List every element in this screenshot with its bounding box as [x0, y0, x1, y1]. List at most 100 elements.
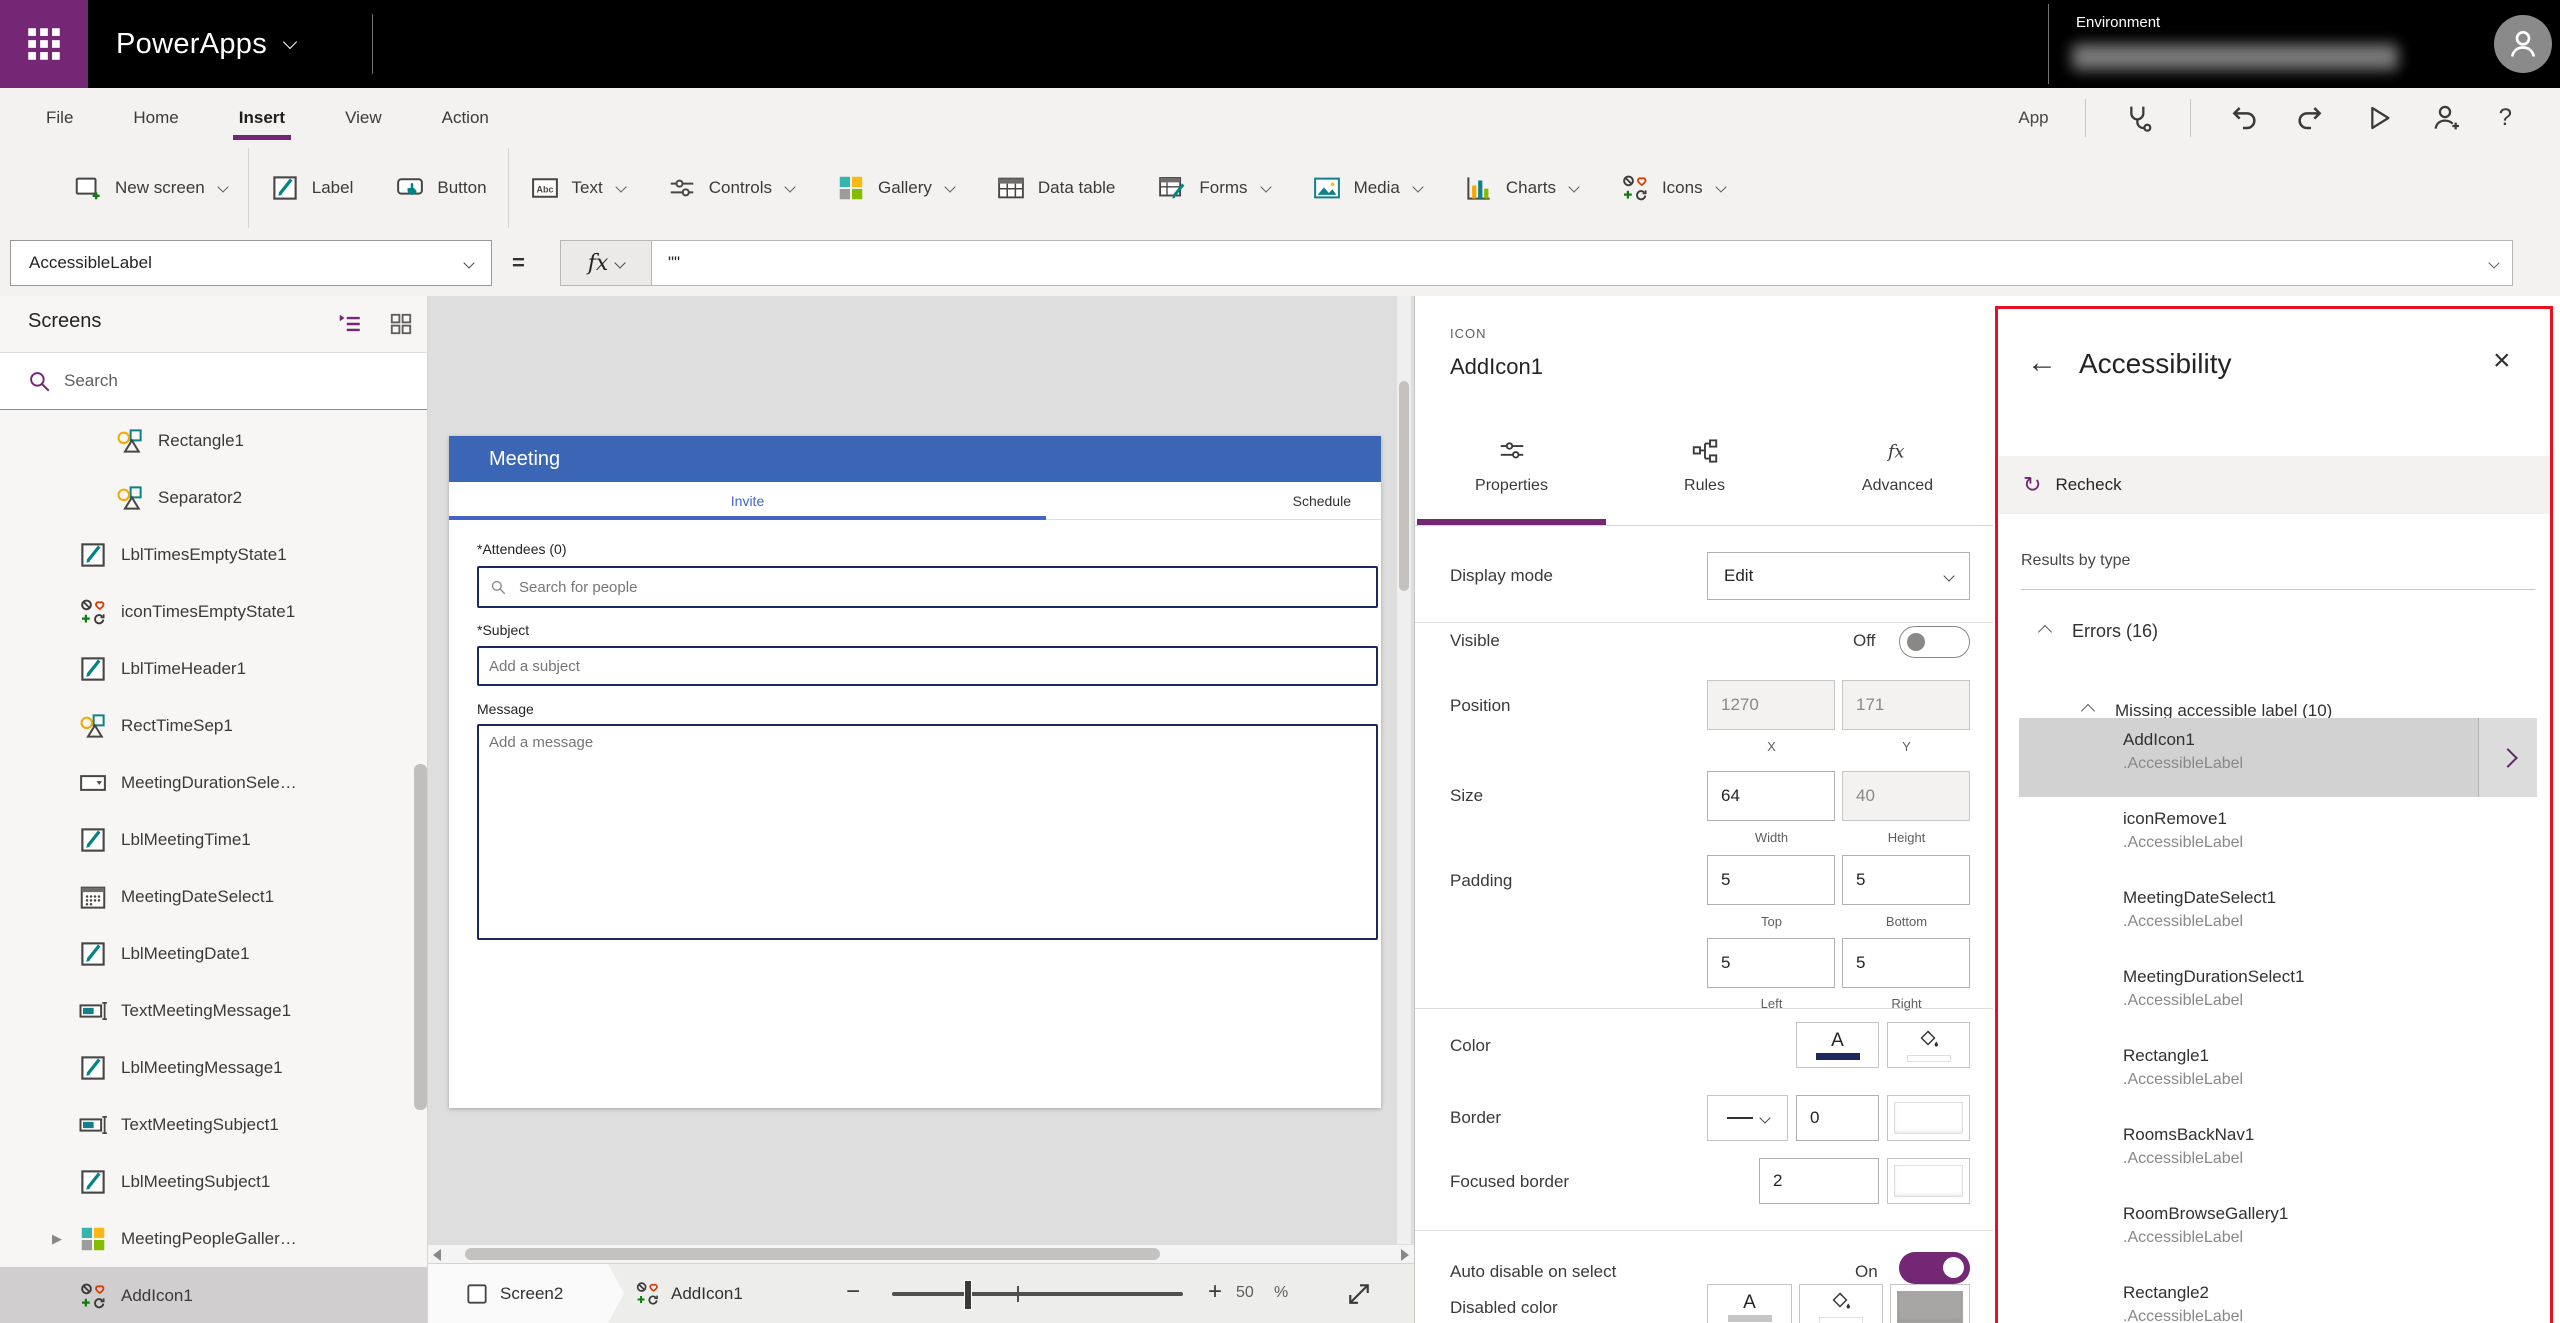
tree-view-icon[interactable] — [337, 311, 363, 337]
attendees-search-input[interactable] — [477, 566, 1378, 608]
focused-border-width-input[interactable]: 2 — [1759, 1158, 1879, 1204]
padding-right-input[interactable]: 5 — [1842, 938, 1970, 988]
focused-border-color-swatch[interactable] — [1887, 1158, 1970, 1204]
visible-toggle[interactable] — [1899, 626, 1970, 658]
play-preview-icon[interactable] — [2363, 102, 2395, 134]
toolbar-button[interactable]: Media — [1291, 148, 1443, 228]
tree-item[interactable]: ▶ MeetingPeopleGaller… — [0, 1210, 428, 1267]
padding-top-input[interactable]: 5 — [1707, 855, 1835, 905]
accessibility-issue-item[interactable]: AddIcon1 .AccessibleLabel — [2019, 718, 2537, 797]
brand[interactable]: PowerApps — [116, 0, 295, 88]
scrollbar-thumb[interactable] — [1399, 381, 1409, 591]
fill-color-button[interactable] — [1887, 1022, 1970, 1068]
toolbar-button[interactable]: Label — [249, 148, 375, 228]
accessibility-issue-item[interactable]: iconRemove1 .AccessibleLabel — [2019, 797, 2537, 876]
go-to-issue-button[interactable] — [2478, 718, 2537, 797]
scroll-left-icon[interactable] — [433, 1249, 441, 1261]
border-style-dropdown[interactable] — [1707, 1095, 1788, 1141]
property-selector[interactable]: AccessibleLabel — [10, 240, 492, 286]
tree-item[interactable]: ▶ LblMeetingMessage1 — [0, 1039, 428, 1096]
design-canvas[interactable]: Meeting Invite Schedule *Attendees (0) *… — [428, 296, 1414, 1323]
tree-item[interactable]: ▶ MeetingDurationSele… — [0, 754, 428, 811]
canvas-vertical-scrollbar[interactable] — [1397, 296, 1411, 1244]
tab-schedule[interactable]: Schedule — [1293, 482, 1351, 520]
redo-icon[interactable] — [2295, 102, 2327, 134]
scrollbar-thumb[interactable] — [465, 1248, 1160, 1260]
display-mode-dropdown[interactable]: Edit — [1707, 552, 1970, 600]
canvas-horizontal-scrollbar[interactable] — [428, 1244, 1414, 1263]
size-width-input[interactable]: 64 — [1707, 771, 1835, 821]
app-checker-icon[interactable] — [2122, 102, 2154, 134]
menu-item[interactable]: Action — [436, 94, 495, 142]
auto-disable-toggle[interactable] — [1899, 1252, 1970, 1284]
tab-rules[interactable]: Rules — [1608, 424, 1801, 525]
border-width-input[interactable]: 0 — [1796, 1095, 1879, 1141]
avatar[interactable] — [2494, 15, 2552, 73]
formula-expand-chevron-icon[interactable] — [2488, 257, 2499, 268]
tree-item[interactable]: ▶ LblTimesEmptyState1 — [0, 526, 428, 583]
tree-item[interactable]: ▶ AddIcon1 — [0, 1267, 428, 1323]
tree-item[interactable]: ▶ RectTimeSep1 — [0, 697, 428, 754]
padding-left-input[interactable]: 5 — [1707, 938, 1835, 988]
zoom-out-button[interactable]: − — [846, 1278, 860, 1306]
close-icon[interactable]: × — [2493, 346, 2511, 376]
accessibility-issue-item[interactable]: RoomsBackNav1 .AccessibleLabel — [2019, 1113, 2537, 1192]
back-arrow-icon[interactable]: ← — [2027, 348, 2057, 378]
tree-item[interactable]: ▶ TextMeetingSubject1 — [0, 1096, 428, 1153]
menu-item[interactable]: View — [339, 94, 388, 142]
recheck-button[interactable]: ↻ Recheck — [1999, 456, 2550, 514]
position-x-input[interactable]: 1270 — [1707, 680, 1835, 730]
fit-to-window-icon[interactable] — [1344, 1279, 1374, 1309]
accessibility-issue-item[interactable]: MeetingDateSelect1 .AccessibleLabel — [2019, 876, 2537, 955]
share-person-icon[interactable] — [2431, 102, 2463, 134]
tab-advanced[interactable]: fx Advanced — [1801, 424, 1993, 525]
menu-item[interactable]: Insert — [233, 94, 291, 142]
tree-item[interactable]: ▶ LblTimeHeader1 — [0, 640, 428, 697]
undo-icon[interactable] — [2227, 102, 2259, 134]
padding-bottom-input[interactable]: 5 — [1842, 855, 1970, 905]
tab-properties[interactable]: Properties — [1415, 424, 1608, 525]
disabled-font-color-button[interactable]: A — [1707, 1284, 1792, 1323]
accessibility-issue-item[interactable]: Rectangle1 .AccessibleLabel — [2019, 1034, 2537, 1113]
meeting-screen-preview[interactable]: Meeting Invite Schedule *Attendees (0) *… — [449, 436, 1381, 1108]
disabled-color-swatch[interactable] — [1890, 1284, 1970, 1323]
breadcrumb-screen[interactable]: Screen2 — [428, 1264, 624, 1323]
toolbar-button[interactable]: Icons — [1599, 148, 1746, 228]
border-color-swatch[interactable] — [1887, 1095, 1970, 1141]
formula-input[interactable]: "" — [651, 240, 2513, 286]
toolbar-button[interactable]: Abc Text — [509, 148, 646, 228]
help-icon[interactable]: ? — [2499, 104, 2512, 132]
accessibility-issue-item[interactable]: RoomBrowseGallery1 .AccessibleLabel — [2019, 1192, 2537, 1271]
tree-item[interactable]: ▶ MeetingDateSelect1 — [0, 868, 428, 925]
toolbar-button[interactable]: New screen — [52, 148, 249, 228]
position-y-input[interactable]: 171 — [1842, 680, 1970, 730]
grid-view-icon[interactable] — [388, 311, 414, 337]
environment-info[interactable]: Environment — [2076, 14, 2160, 31]
subject-input[interactable] — [477, 646, 1378, 686]
search-input[interactable] — [62, 353, 396, 409]
breadcrumb-control[interactable]: AddIcon1 — [634, 1264, 743, 1323]
scroll-right-icon[interactable] — [1401, 1249, 1409, 1261]
tree-item[interactable]: ▶ iconTimesEmptyState1 — [0, 583, 428, 640]
zoom-slider-thumb[interactable] — [964, 1280, 972, 1310]
expand-caret-icon[interactable]: ▶ — [52, 1231, 62, 1247]
menu-item[interactable]: Home — [127, 94, 184, 142]
tree-item[interactable]: ▶ LblMeetingTime1 — [0, 811, 428, 868]
tree-item[interactable]: ▶ Rectangle1 — [0, 412, 428, 469]
waffle-menu-icon[interactable] — [0, 0, 88, 88]
zoom-slider-track[interactable] — [892, 1292, 1183, 1296]
accessibility-issue-item[interactable]: MeetingDurationSelect1 .AccessibleLabel — [2019, 955, 2537, 1034]
tree-item[interactable]: ▶ LblMeetingDate1 — [0, 925, 428, 982]
toolbar-button[interactable]: Charts — [1443, 148, 1599, 228]
toolbar-button[interactable]: Controls — [646, 148, 815, 228]
tab-invite[interactable]: Invite — [449, 482, 1046, 520]
toolbar-button[interactable]: Data table — [975, 148, 1137, 228]
size-height-input[interactable]: 40 — [1842, 771, 1970, 821]
fx-selector[interactable]: fx — [560, 240, 652, 286]
zoom-in-button[interactable]: + — [1208, 1278, 1222, 1306]
message-textarea[interactable] — [477, 724, 1378, 940]
tree-item[interactable]: ▶ LblMeetingSubject1 — [0, 1153, 428, 1210]
toolbar-button[interactable]: Forms — [1136, 148, 1290, 228]
errors-group-header[interactable]: Errors (16) — [2040, 621, 2158, 642]
app-menu-label[interactable]: App — [2018, 108, 2048, 128]
